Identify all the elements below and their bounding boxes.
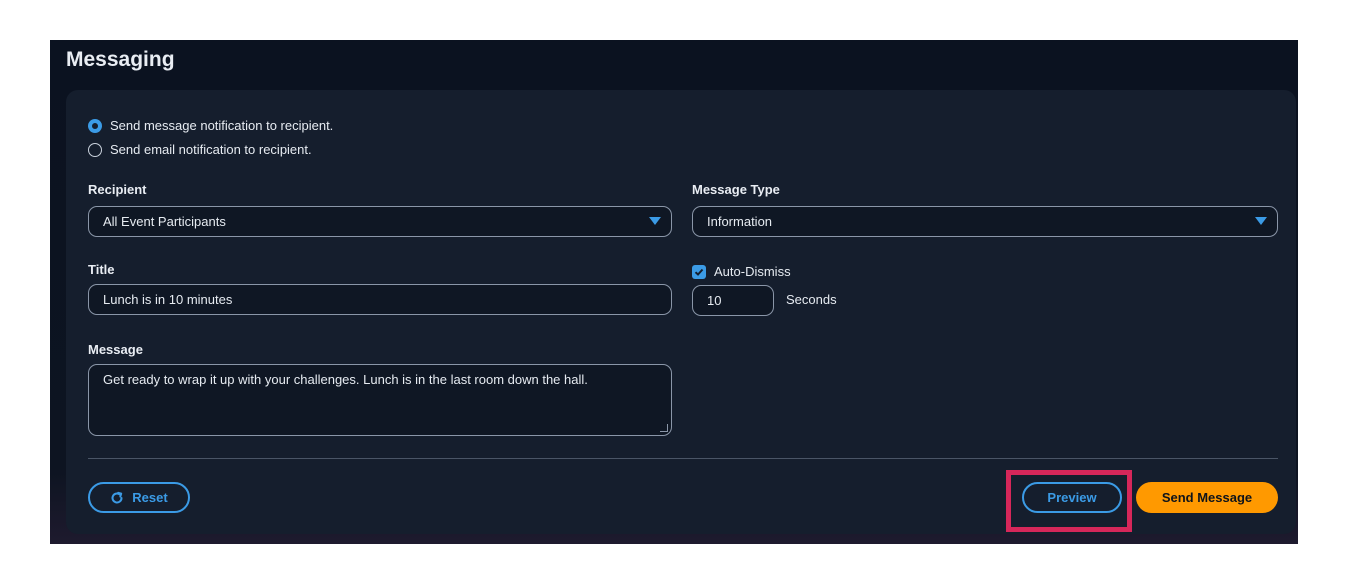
recipient-label: Recipient: [88, 182, 147, 197]
radio-option-email-notification[interactable]: Send email notification to recipient.: [88, 142, 312, 157]
title-input[interactable]: Lunch is in 10 minutes: [88, 284, 672, 315]
radio-selected-icon[interactable]: [88, 118, 102, 133]
radio-label-email-notification: Send email notification to recipient.: [110, 142, 312, 157]
send-message-button[interactable]: Send Message: [1136, 482, 1278, 513]
auto-dismiss-label: Auto-Dismiss: [714, 264, 791, 279]
messaging-app: Messaging Send message notification to r…: [50, 40, 1298, 544]
auto-dismiss-seconds-input[interactable]: 10: [692, 285, 774, 316]
reset-button-label: Reset: [132, 490, 168, 505]
auto-dismiss-checkbox-row[interactable]: Auto-Dismiss: [692, 264, 791, 279]
refresh-icon: [111, 491, 123, 504]
radio-option-message-notification[interactable]: Send message notification to recipient.: [88, 118, 333, 133]
recipient-select-value: All Event Participants: [103, 214, 226, 229]
caret-down-icon: [649, 217, 661, 225]
send-message-button-label: Send Message: [1161, 490, 1253, 505]
message-textarea[interactable]: Get ready to wrap it up with your challe…: [88, 364, 672, 436]
preview-button-label: Preview: [1047, 490, 1097, 505]
auto-dismiss-seconds-value: 10: [707, 293, 722, 308]
resize-handle-icon[interactable]: [660, 424, 668, 432]
messaging-form-card: Send message notification to recipient. …: [66, 90, 1296, 534]
radio-label-message-notification: Send message notification to recipient.: [110, 118, 334, 133]
form-divider: [88, 458, 1278, 459]
message-type-label: Message Type: [692, 182, 780, 197]
checkbox-checked-icon[interactable]: [692, 264, 706, 279]
reset-button[interactable]: Reset: [88, 482, 190, 513]
message-type-select[interactable]: Information: [692, 206, 1278, 237]
title-input-value: Lunch is in 10 minutes: [103, 292, 233, 307]
message-label: Message: [88, 342, 143, 357]
page-title: Messaging: [66, 48, 175, 71]
radio-unselected-icon[interactable]: [88, 142, 102, 157]
message-textarea-value: Get ready to wrap it up with your challe…: [103, 372, 588, 387]
message-type-select-value: Information: [707, 214, 773, 229]
title-label: Title: [88, 262, 115, 277]
preview-button[interactable]: Preview: [1022, 482, 1122, 513]
caret-down-icon: [1255, 217, 1267, 225]
recipient-select[interactable]: All Event Participants: [88, 206, 672, 237]
seconds-unit-label: Seconds: [786, 292, 837, 307]
